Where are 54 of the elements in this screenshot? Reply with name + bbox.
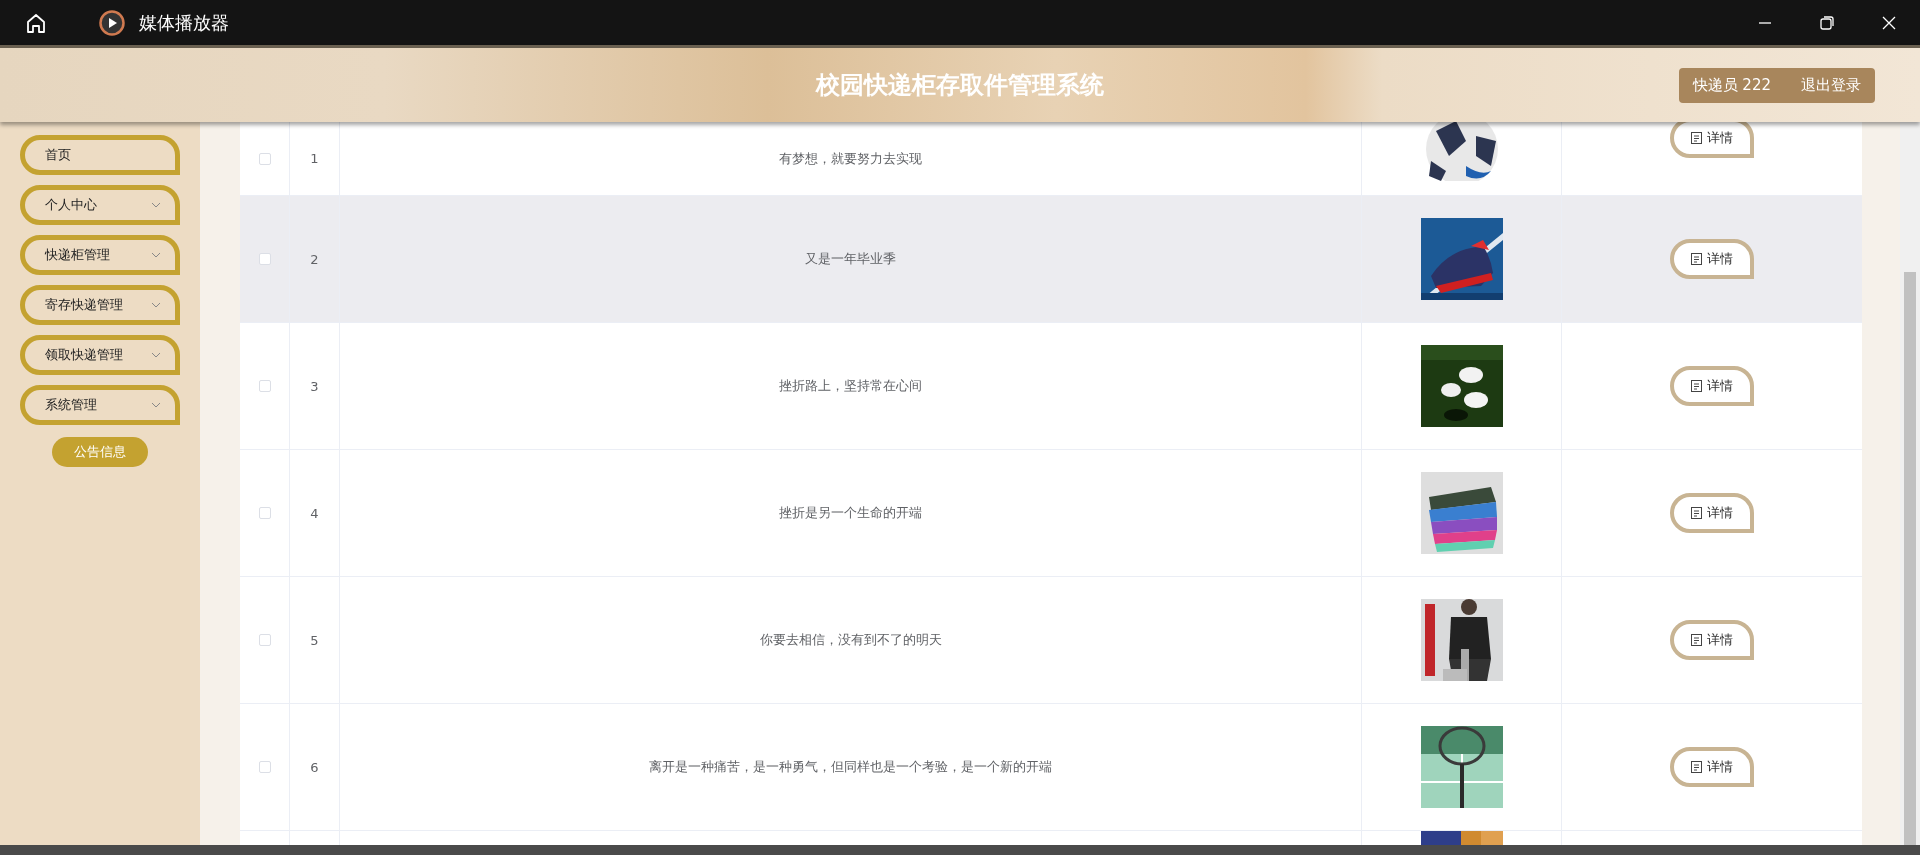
chevron-down-icon — [151, 200, 161, 210]
chevron-down-icon — [151, 350, 161, 360]
minimize-icon — [1756, 21, 1774, 24]
table-row[interactable]: 4 挫折是另一个生命的开端 详情 — [240, 450, 1862, 577]
table-row[interactable]: 3 挫折路上，坚持常在心间 详情 — [240, 323, 1862, 450]
title-cell: 你要去相信，没有到不了的明天 — [759, 631, 942, 649]
app-title: 媒体播放器 — [139, 10, 229, 35]
sidebar-item[interactable]: 领取快递管理 — [20, 335, 180, 375]
details-button[interactable]: 详情 — [1670, 747, 1754, 787]
document-icon — [1691, 761, 1702, 773]
row-checkbox[interactable] — [258, 507, 271, 519]
chevron-down-icon — [151, 300, 161, 310]
row-number: 4 — [310, 505, 319, 521]
sidebar-item[interactable]: 首页 — [20, 135, 180, 175]
document-icon — [1691, 507, 1702, 519]
row-checkbox[interactable] — [258, 380, 271, 392]
details-button[interactable]: 详情 — [1670, 366, 1754, 406]
row-number: 2 — [310, 251, 319, 267]
row-number: 1 — [310, 151, 319, 166]
document-icon — [1691, 634, 1702, 646]
restore-icon — [1818, 13, 1836, 32]
row-number: 5 — [310, 632, 319, 648]
table-row[interactable]: 5 你要去相信，没有到不了的明天 详情 — [240, 577, 1862, 704]
document-icon — [1691, 253, 1702, 265]
details-button[interactable]: 详情 — [1670, 493, 1754, 533]
row-checkbox[interactable] — [258, 634, 271, 646]
details-button[interactable]: 详情 — [1670, 620, 1754, 660]
title-cell: 有梦想，就要努力去实现 — [779, 149, 922, 168]
sidebar-item[interactable]: 个人中心 — [20, 185, 180, 225]
row-checkbox[interactable] — [258, 253, 271, 265]
details-button[interactable]: 详情 — [1670, 239, 1754, 279]
sidebar-item[interactable]: 快递柜管理 — [20, 235, 180, 275]
document-icon — [1691, 380, 1702, 392]
scrollbar[interactable] — [1900, 122, 1920, 845]
table-row[interactable]: 6 离开是一种痛苦，是一种勇气，但同样也是一个考验，是一个新的开端 详情 — [240, 704, 1862, 831]
chevron-down-icon — [151, 400, 161, 410]
sidebar-item[interactable]: 寄存快递管理 — [20, 285, 180, 325]
row-number: 3 — [310, 378, 319, 394]
table-row[interactable]: 2 又是一年毕业季 详情 — [240, 196, 1862, 323]
title-cell: 挫折是另一个生命的开端 — [779, 504, 922, 522]
document-icon — [1691, 132, 1702, 144]
row-checkbox[interactable] — [258, 152, 271, 165]
sidebar-item[interactable]: 系统管理 — [20, 385, 180, 425]
user-label: 快递员 222 — [1692, 75, 1771, 95]
chevron-down-icon — [151, 250, 161, 260]
title-cell: 挫折路上，坚持常在心间 — [779, 377, 922, 395]
home-icon[interactable] — [25, 11, 47, 34]
title-cell: 又是一年毕业季 — [805, 250, 896, 268]
title-cell: 离开是一种痛苦，是一种勇气，但同样也是一个考验，是一个新的开端 — [649, 758, 1052, 776]
row-checkbox[interactable] — [258, 761, 271, 773]
play-icon — [99, 9, 125, 36]
row-number: 6 — [310, 759, 319, 775]
table-row[interactable]: 1 有梦想，就要努力去实现 详情 — [240, 122, 1862, 196]
system-title: 校园快递柜存取件管理系统 — [816, 71, 1104, 99]
